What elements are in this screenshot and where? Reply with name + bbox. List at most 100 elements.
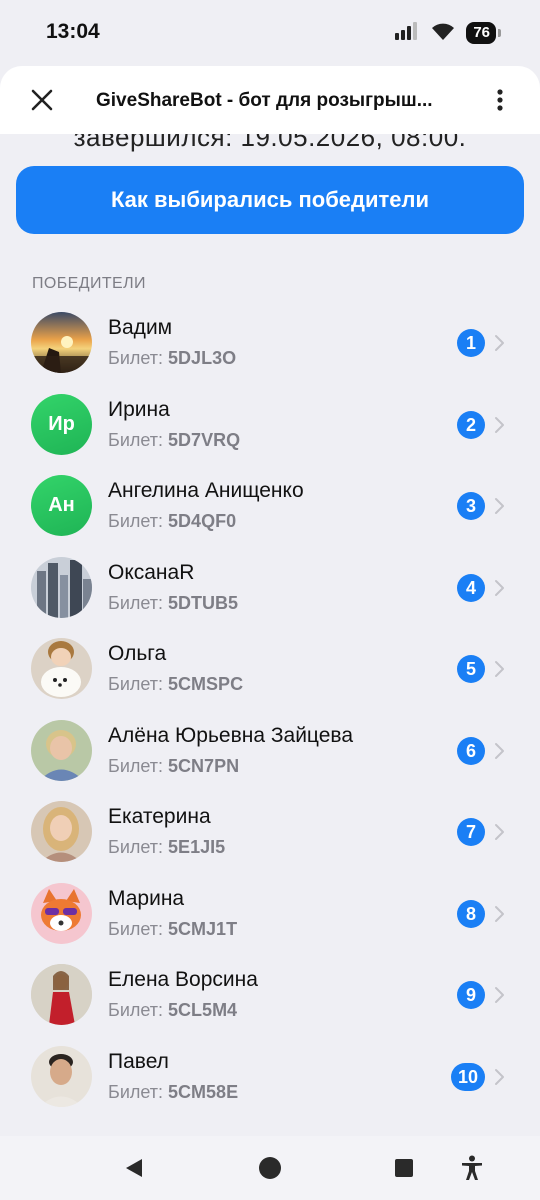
ticket-label: Билет: — [108, 1000, 164, 1020]
ticket-label: Билет: — [108, 592, 164, 613]
ticket-info: Билет: 5CL5M4 — [108, 1000, 237, 1021]
rank-badge: 4 — [457, 573, 485, 602]
chevron-right-icon — [493, 823, 505, 841]
home-circle-icon — [259, 1157, 281, 1179]
chevron-right-icon — [493, 742, 505, 760]
avatar — [31, 719, 92, 781]
close-button[interactable] — [22, 80, 62, 120]
more-vertical-icon — [497, 89, 503, 111]
ticket-info: Билет: 5CN7PN — [108, 756, 239, 777]
accessibility-button[interactable] — [458, 1154, 486, 1182]
winner-row[interactable]: Елена Ворсина Билет: 5CL5M4 9 — [0, 954, 540, 1036]
winner-row[interactable]: ОксанаR Билет: 5DTUB5 4 — [0, 547, 540, 629]
winner-row[interactable]: Ан Ангелина Анищенко Билет: 5D4QF0 3 — [0, 465, 540, 547]
ticket-code: 5CL5M4 — [168, 1000, 238, 1020]
rank-badge: 9 — [457, 981, 485, 1009]
battery-icon: 76 — [466, 22, 501, 44]
ticket-code: 5CMJ1T — [168, 918, 238, 939]
winner-name: ОксанаR — [108, 560, 195, 584]
winner-row[interactable]: Ольга Билет: 5CMSPC 5 — [0, 628, 540, 710]
wifi-icon — [430, 21, 456, 46]
winner-name: Павел — [108, 1049, 169, 1073]
winner-row[interactable]: Ир Ирина Билет: 5D7VRQ 2 — [0, 384, 540, 466]
status-time: 13:04 — [46, 20, 100, 43]
ticket-info: Билет: 5CMJ1T — [108, 919, 237, 940]
ticket-info: Билет: 5DJL3O — [108, 348, 236, 369]
chevron-right-icon — [493, 660, 505, 678]
rank-badge: 5 — [457, 655, 485, 683]
winner-name: Ольга — [108, 642, 167, 665]
ticket-code: 5DTUB5 — [168, 592, 239, 613]
ticket-label: Билет: — [108, 348, 164, 368]
avatar — [31, 1045, 92, 1107]
section-title: ПОБЕДИТЕЛИ — [32, 275, 146, 292]
chevron-right-icon — [493, 905, 505, 923]
winner-row[interactable]: Вадим Билет: 5DJL3O 1 — [0, 302, 540, 384]
winner-name: Алёна Юрьевна Зайцева — [108, 723, 353, 747]
ticket-info: Билет: 5CM58E — [108, 1082, 238, 1103]
avatar — [31, 312, 92, 373]
page-title: GiveShareBot - бот для розыгрыш... — [96, 90, 433, 111]
winner-row[interactable]: Марина Билет: 5CMJ1T 8 — [0, 873, 540, 955]
how-winners-chosen-button[interactable]: Как выбирались победители — [16, 166, 524, 234]
status-icons: 76 — [394, 20, 501, 46]
winner-row[interactable]: Екатерина Билет: 5E1JI5 7 — [0, 791, 540, 873]
webapp-header: GiveShareBot - бот для розыгрыш... — [0, 66, 540, 134]
rank-badge: 2 — [457, 410, 485, 439]
avatar — [31, 556, 92, 618]
ticket-info: Билет: 5D4QF0 — [108, 511, 236, 532]
recents-button[interactable] — [390, 1154, 418, 1182]
end-date-text: завершился: 19.05.2026, 08:00. — [73, 134, 467, 152]
ticket-label: Билет: — [108, 1081, 164, 1102]
ticket-code: 5CMSPC — [168, 674, 244, 694]
ticket-info: Билет: 5D7VRQ — [108, 430, 240, 451]
back-triangle-icon — [126, 1159, 142, 1177]
home-button[interactable] — [256, 1154, 284, 1182]
avatar: Ан — [31, 475, 92, 536]
rank-badge: 7 — [457, 818, 485, 846]
winner-row[interactable]: Павел Билет: 5CM58E 10 — [0, 1036, 540, 1118]
ticket-label: Билет: — [108, 918, 164, 939]
ticket-label: Билет: — [108, 755, 164, 776]
more-menu-button[interactable] — [488, 82, 512, 118]
status-bar: 13:04 76 — [0, 0, 540, 66]
rank-badge: 3 — [457, 492, 485, 520]
avatar — [31, 964, 92, 1025]
winner-row[interactable]: Алёна Юрьевна Зайцева Билет: 5CN7PN 6 — [0, 710, 540, 792]
rank-badge: 1 — [457, 329, 485, 357]
ticket-label: Билет: — [108, 429, 164, 450]
back-button[interactable] — [120, 1154, 148, 1182]
main-content[interactable]: завершился: 19.05.2026, 08:00. Как выбир… — [0, 134, 540, 1136]
ticket-code: 5D7VRQ — [168, 429, 241, 450]
signal-icon — [394, 21, 420, 46]
recents-square-icon — [395, 1159, 413, 1177]
close-icon — [31, 89, 53, 111]
ticket-code: 5D4QF0 — [168, 511, 237, 531]
accessibility-icon — [462, 1155, 482, 1180]
ticket-code: 5E1JI5 — [168, 837, 226, 857]
system-nav-bar — [0, 1136, 540, 1200]
avatar — [31, 801, 92, 862]
ticket-info: Билет: 5DTUB5 — [108, 593, 238, 614]
ticket-info: Билет: 5CMSPC — [108, 674, 243, 695]
chevron-right-icon — [493, 334, 505, 352]
winner-name: Марина — [108, 886, 185, 910]
winner-name: Ангелина Анищенко — [108, 479, 304, 502]
ticket-label: Билет: — [108, 837, 164, 857]
avatar — [31, 882, 92, 944]
winner-name: Ирина — [108, 397, 170, 421]
ticket-label: Билет: — [108, 511, 164, 531]
rank-badge: 6 — [457, 736, 485, 765]
winner-name: Екатерина — [108, 805, 211, 828]
chevron-right-icon — [493, 416, 505, 434]
chevron-right-icon — [493, 497, 505, 515]
ticket-code: 5CM58E — [168, 1081, 239, 1102]
avatar — [31, 638, 92, 699]
chevron-right-icon — [493, 986, 505, 1004]
ticket-info: Билет: 5E1JI5 — [108, 837, 225, 858]
winners-list: Вадим Билет: 5DJL3O 1 Ир Ирина Билет: 5D7VRQ 2… — [0, 302, 540, 1117]
rank-badge: 10 — [450, 1062, 485, 1091]
ticket-code: 5DJL3O — [168, 348, 237, 368]
ticket-label: Билет: — [108, 674, 164, 694]
chevron-right-icon — [493, 579, 505, 597]
